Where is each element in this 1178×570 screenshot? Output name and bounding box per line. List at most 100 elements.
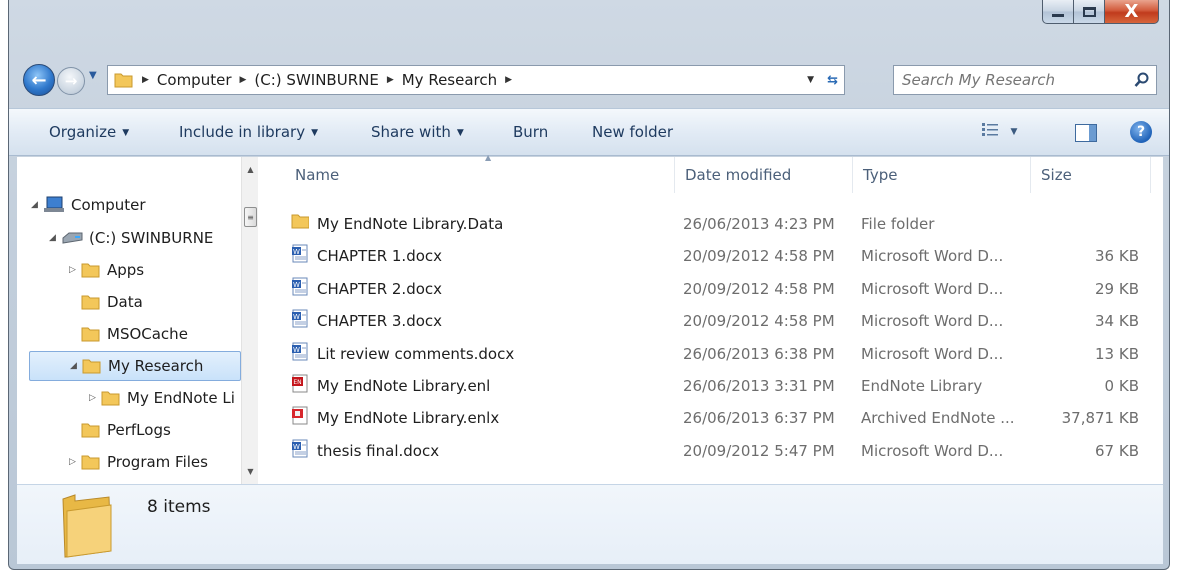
maximize-button[interactable]	[1074, 0, 1105, 24]
nav-item-drive[interactable]: ◢ (C:) SWINBURNE	[49, 223, 237, 253]
file-size: 37,871 KB	[1061, 409, 1139, 428]
svg-text:W: W	[293, 248, 300, 256]
breadcrumb-drive[interactable]: (C:) SWINBURNE	[254, 71, 378, 89]
file-row[interactable]: EN My EndNote Library.enl 26/06/2013 3:31 …	[277, 369, 1157, 401]
file-row[interactable]: W Lit review comments.docx 26/06/2013 6:38…	[277, 337, 1157, 369]
search-input[interactable]	[902, 71, 1134, 89]
folder-icon	[101, 391, 120, 406]
item-count: 8 items	[147, 497, 211, 517]
collapsed-arrow-icon[interactable]: ▷	[89, 393, 101, 403]
nav-item-msocache[interactable]: MSOCache	[69, 319, 239, 349]
back-button[interactable]: ←	[23, 64, 55, 96]
word-doc-icon: W	[292, 342, 308, 361]
expanded-arrow-icon[interactable]: ◢	[31, 200, 43, 210]
nav-item-data[interactable]: Data	[69, 287, 239, 317]
nav-item-program-files[interactable]: ▷ Program Files	[69, 447, 239, 477]
maximize-icon	[1082, 6, 1096, 17]
share-with-label: Share with	[371, 123, 451, 141]
address-bar[interactable]: ▶ Computer ▶ (C:) SWINBURNE ▶ My Researc…	[107, 65, 845, 95]
scroll-up-icon[interactable]: ▲	[242, 161, 259, 178]
breadcrumb-separator-icon[interactable]: ▶	[240, 75, 247, 85]
file-type: Microsoft Word D...	[861, 312, 1004, 331]
file-date-modified: 20/09/2012 4:58 PM	[683, 312, 835, 331]
folder-icon	[62, 494, 112, 558]
column-header-name[interactable]: ▲ Name	[285, 153, 675, 193]
file-name: My EndNote Library.Data	[317, 215, 504, 233]
share-with-button[interactable]: Share with ▼	[371, 123, 464, 141]
collapsed-arrow-icon[interactable]: ▷	[69, 457, 81, 467]
file-date-modified: 20/09/2012 5:47 PM	[683, 441, 835, 460]
file-name: CHAPTER 1.docx	[317, 247, 443, 266]
nav-item-computer[interactable]: ◢ Computer	[31, 190, 236, 220]
close-button[interactable]: X	[1105, 0, 1159, 24]
file-row[interactable]: W CHAPTER 1.docx 20/09/2012 4:58 PM Microso…	[277, 239, 1157, 271]
new-folder-button[interactable]: New folder	[592, 123, 673, 141]
back-arrow-icon: ←	[31, 69, 47, 91]
content-area: ◢ Computer ◢ (C:) SWINBURNE ▷ Apps Data …	[17, 153, 1163, 484]
minimize-icon	[1052, 14, 1064, 17]
breadcrumb-separator-icon[interactable]: ▶	[142, 75, 149, 85]
chevron-down-icon: ▼	[122, 128, 130, 138]
file-row[interactable]: My EndNote Library.enlx 26/06/2013 6:37 P…	[277, 401, 1157, 433]
folder-icon	[81, 295, 100, 310]
folder-icon	[81, 423, 100, 438]
folder-icon	[81, 263, 100, 278]
breadcrumb-separator-icon[interactable]: ▶	[505, 75, 512, 85]
file-row[interactable]: My EndNote Library.Data 26/06/2013 4:23 P…	[277, 207, 1157, 239]
collapsed-arrow-icon[interactable]: ▷	[69, 265, 81, 275]
computer-icon	[44, 196, 64, 212]
file-row[interactable]: W CHAPTER 3.docx 20/09/2012 4:58 PM Microso…	[277, 304, 1157, 336]
folder-icon	[82, 359, 101, 374]
nav-item-my-endnote-library[interactable]: ▷ My EndNote Li	[89, 383, 241, 413]
scrollbar-thumb[interactable]: ≡	[244, 207, 257, 227]
file-type: Archived EndNote ...	[861, 409, 1015, 428]
file-size: 36 KB	[1095, 247, 1139, 266]
scroll-down-icon[interactable]: ▼	[242, 463, 259, 480]
search-box[interactable]	[893, 65, 1157, 95]
file-date-modified: 26/06/2013 3:31 PM	[683, 377, 835, 395]
folder-icon	[114, 73, 133, 88]
change-view-button[interactable]: ▼	[982, 123, 1017, 141]
nav-item-perflogs[interactable]: PerfLogs	[69, 415, 239, 445]
file-size: 13 KB	[1095, 344, 1139, 363]
refresh-icon[interactable]: ⇆	[827, 73, 838, 88]
breadcrumb-my-research[interactable]: My Research	[402, 71, 497, 89]
minimize-button[interactable]	[1042, 0, 1074, 24]
word-doc-icon: W	[292, 244, 308, 263]
preview-pane-button[interactable]	[1075, 124, 1097, 142]
column-header-date-modified[interactable]: Date modified	[675, 157, 853, 193]
nav-scrollbar[interactable]: ▲ ≡ ▼	[241, 157, 258, 484]
column-header-type[interactable]: Type	[853, 157, 1031, 193]
file-name: My EndNote Library.enl	[317, 377, 491, 395]
expanded-arrow-icon[interactable]: ◢	[70, 361, 82, 371]
folder-icon	[81, 455, 100, 470]
file-name: Lit review comments.docx	[317, 344, 515, 363]
column-header-size[interactable]: Size	[1031, 157, 1151, 193]
include-in-library-button[interactable]: Include in library ▼	[179, 123, 318, 141]
address-dropdown-icon[interactable]: ▼	[807, 75, 814, 85]
nav-item-apps[interactable]: ▷ Apps	[69, 255, 239, 285]
drive-icon	[62, 232, 83, 244]
file-row[interactable]: Wthesis final.docx 20/09/2012 5:47 PM Micr…	[277, 434, 1157, 466]
file-row[interactable]: W CHAPTER 2.docx 20/09/2012 4:58 PM Microso…	[277, 272, 1157, 304]
organize-button[interactable]: Organize ▼	[49, 123, 129, 141]
nav-item-label: My EndNote Li	[127, 389, 235, 407]
forward-button[interactable]: →	[57, 67, 85, 95]
file-type: File folder	[861, 215, 935, 233]
recent-pages-dropdown[interactable]: ▼	[89, 70, 97, 81]
folder-icon	[81, 327, 100, 342]
navigation-pane: ◢ Computer ◢ (C:) SWINBURNE ▷ Apps Data …	[17, 157, 241, 484]
file-size: 0 KB	[1104, 377, 1139, 395]
column-header-label: Name	[295, 166, 340, 184]
breadcrumb-separator-icon[interactable]: ▶	[387, 75, 394, 85]
breadcrumb-computer[interactable]: Computer	[157, 71, 232, 89]
search-icon[interactable]	[1134, 72, 1150, 88]
nav-item-my-research[interactable]: ◢ My Research	[29, 351, 241, 381]
endnote-library-icon: EN	[292, 374, 308, 393]
nav-item-label: MSOCache	[107, 325, 188, 343]
nav-item-label: Program Files	[107, 453, 208, 471]
burn-button[interactable]: Burn	[513, 123, 548, 141]
help-button[interactable]: ?	[1130, 121, 1152, 143]
word-doc-icon: W	[292, 439, 308, 458]
expanded-arrow-icon[interactable]: ◢	[49, 233, 61, 243]
